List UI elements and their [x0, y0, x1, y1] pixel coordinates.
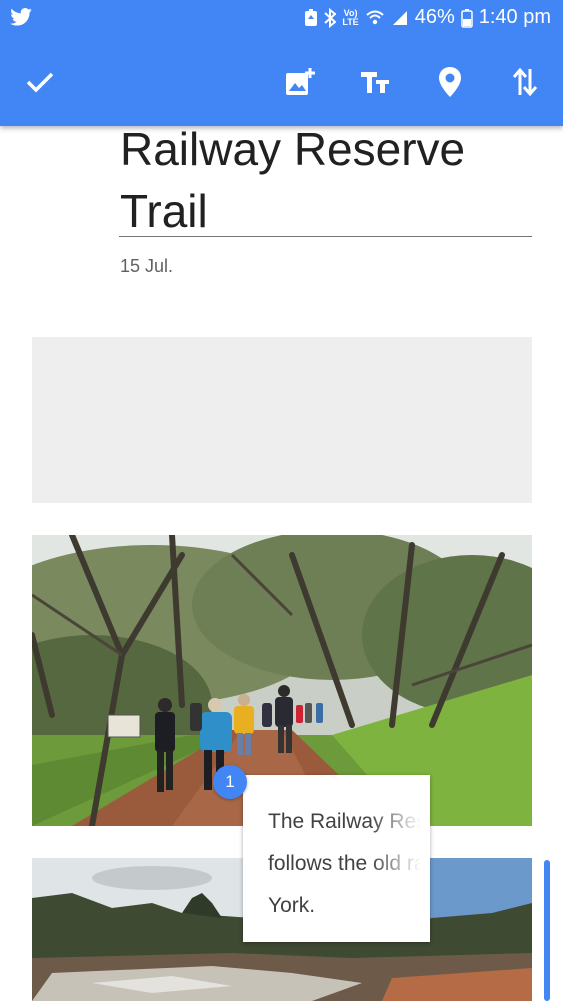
- photo-number-badge[interactable]: 1: [213, 765, 247, 799]
- location-button[interactable]: [426, 58, 474, 106]
- reorder-button[interactable]: [501, 58, 549, 106]
- story-editor: Railway Reserve Trail 15 Jul. 1 The Rail…: [0, 0, 563, 1001]
- status-time: 1:40 pm: [478, 6, 551, 28]
- photo-caption-card[interactable]: The Railway Reserve Trail follows the ol…: [243, 775, 430, 942]
- status-bar: Vo) LTE 46% 1:40 pm: [0, 0, 563, 40]
- add-photo-button[interactable]: [276, 58, 324, 106]
- image-placeholder[interactable]: [32, 337, 532, 503]
- status-icons: Vo) LTE 46% 1:40 pm: [304, 6, 551, 29]
- text-format-button[interactable]: [351, 58, 399, 106]
- story-date[interactable]: 15 Jul.: [120, 256, 173, 277]
- location-icon: [439, 67, 461, 97]
- volte-icon: Vo) LTE: [342, 8, 359, 27]
- battery-percent: 46%: [414, 6, 455, 28]
- done-button[interactable]: [16, 58, 64, 106]
- wifi-icon: [366, 10, 384, 24]
- app-bar: Vo) LTE 46% 1:40 pm: [0, 0, 563, 126]
- reorder-icon: [512, 67, 538, 97]
- bluetooth-icon: [324, 7, 337, 28]
- story-title[interactable]: Railway Reserve Trail: [120, 118, 532, 242]
- check-icon: [26, 72, 54, 93]
- add-photo-icon: [286, 68, 315, 95]
- scrollbar[interactable]: [544, 860, 550, 1001]
- volte-label-bottom: LTE: [342, 16, 359, 27]
- text-format-icon: [361, 72, 389, 93]
- signal-icon: [392, 10, 407, 25]
- battery-saver-icon: [305, 8, 318, 26]
- twitter-icon: [10, 8, 32, 31]
- title-underline: [119, 236, 532, 237]
- caption-fade-overlay: [370, 775, 430, 942]
- battery-icon: [460, 8, 473, 28]
